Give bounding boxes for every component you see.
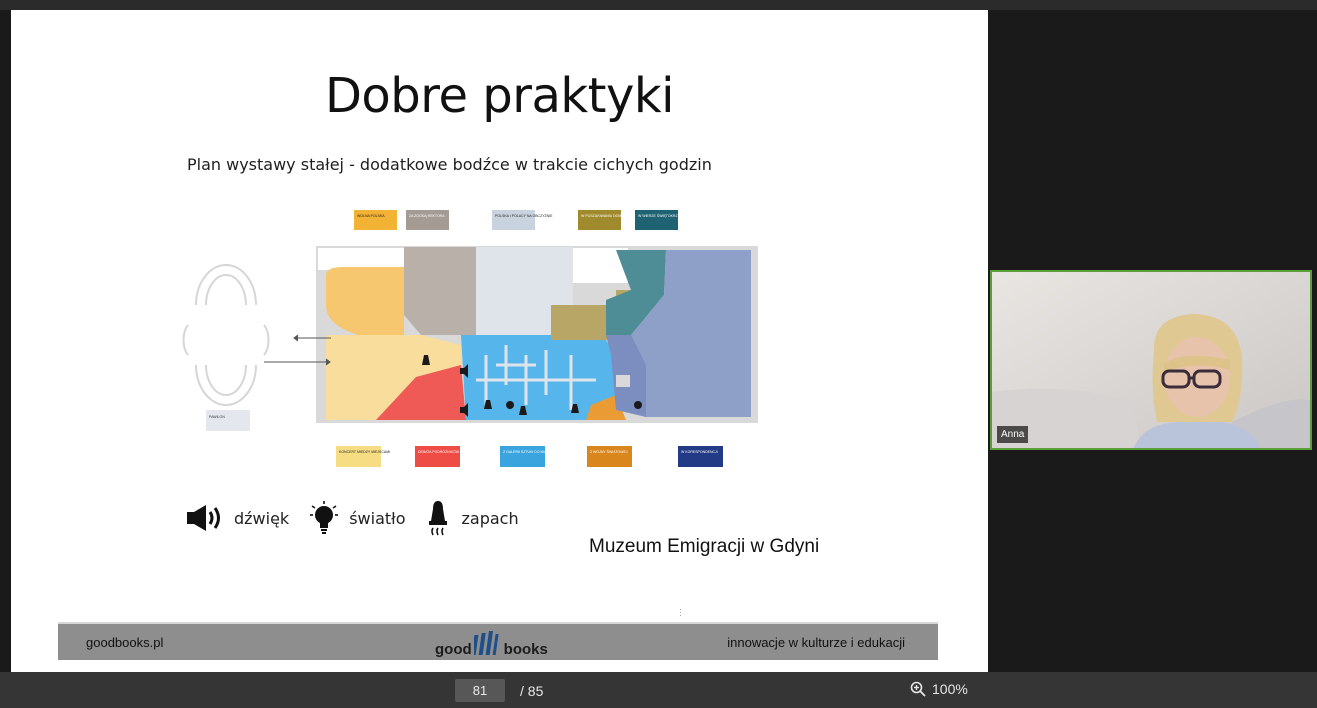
scent-icon — [429, 501, 448, 536]
lightbulb-icon — [310, 501, 339, 534]
footer-tagline: innowacje w kulturze i edukacji — [727, 635, 905, 650]
separator-dots: · · · — [679, 604, 682, 620]
stimulus-legend: dźwięk światło zapach — [186, 498, 539, 538]
plan-label-top-2: ZA ZGODĄ REKTORA — [409, 214, 445, 218]
museum-credit: Muzeum Emigracji w Gdyni — [589, 536, 820, 557]
participant-video — [992, 272, 1310, 448]
window-top-strip — [0, 0, 1317, 10]
presentation-slide: Dobre praktyki Plan wystawy stałej - dod… — [11, 10, 988, 672]
plan-label-top-5: W WIERZE ŚWIĘTOKRZYSKIEJ — [638, 213, 690, 218]
slide-footer: goodbooks.pl good books innowacje w kult… — [58, 622, 938, 660]
slide-title: Dobre praktyki — [324, 68, 675, 124]
legend-label-light: światło — [349, 508, 406, 528]
participant-name-tag: Anna — [997, 426, 1029, 443]
participant-video-tile[interactable]: Anna — [990, 270, 1312, 450]
plan-light-marker — [506, 401, 514, 409]
logo-word-good: good — [435, 641, 472, 658]
plan-top-labels: WOLNA POLSKA ZA ZGODĄ REKTORA POLSKA I P… — [354, 210, 690, 230]
logo-word-books: books — [503, 641, 548, 658]
plan-zone-rektora — [404, 247, 481, 335]
plan-label-top-4: W POSZUKIWANIU DOMU — [581, 214, 624, 218]
zoom-in-icon[interactable] — [910, 681, 926, 697]
plan-label-top-3: POLSKA I POLACY NA OBCZYŹNIE — [495, 213, 553, 218]
zoom-level: 100% — [932, 681, 968, 697]
page-number-input[interactable]: 81 — [455, 679, 505, 702]
plan-label-top-1: WOLNA POLSKA — [357, 214, 385, 218]
slide-subtitle: Plan wystawy stałej - dodatkowe bodźce w… — [187, 155, 712, 174]
plan-label-bottom-1: KONCERT MIEDZY MIEJSCAMI — [339, 450, 390, 454]
legend-item-sound: dźwięk — [186, 503, 289, 533]
goodbooks-logo: good books — [435, 630, 548, 658]
speaker-icon — [187, 505, 220, 531]
plan-light-marker-2 — [634, 401, 642, 409]
plan-bottom-labels: KONCERT MIEDZY MIEJSCAMI DEBATA PODRÓŻNI… — [336, 446, 723, 467]
legend-item-scent: zapach — [425, 499, 519, 537]
plan-label-bottom-2: DEBATA PODRÓŻNIKÓW — [418, 449, 460, 454]
books-bars-icon — [473, 631, 499, 655]
exhibition-floor-plan: WOLNA POLSKA ZA ZGODĄ REKTORA POLSKA I P… — [182, 210, 758, 467]
footer-website: goodbooks.pl — [86, 635, 164, 650]
legend-item-light: światło — [309, 500, 405, 536]
plan-label-pavilion: PAWILON — [209, 415, 225, 419]
legend-label-sound: dźwięk — [234, 508, 290, 528]
legend-label-scent: zapach — [461, 508, 519, 528]
plan-zone-wolna-polska — [326, 267, 404, 335]
plan-pavilion — [182, 264, 270, 406]
page-total: / 85 — [520, 683, 544, 699]
plan-label-bottom-4: Z WOJNY ŚWIATOWEJ — [590, 449, 628, 454]
plan-label-bottom-3: Z GALERII SZTUKI DO MIASTA — [503, 450, 554, 454]
zoom-control[interactable]: 100% — [910, 681, 968, 697]
viewer-toolbar: 81 / 85 100% — [0, 672, 1317, 708]
plan-label-bottom-5: W KORESPONDENCJI — [681, 450, 718, 454]
